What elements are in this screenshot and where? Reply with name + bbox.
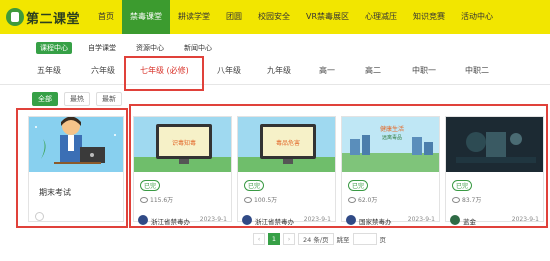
top-navigation-bar: 第二课堂 首页 禁毒课堂 耕读学堂 团圆 校园安全 VR禁毒展区 心理减压 知识…	[0, 0, 550, 34]
prev-page-button[interactable]: ‹	[253, 233, 265, 245]
nav-item-campus-safety[interactable]: 校园安全	[250, 0, 298, 34]
grade-highlight-box	[124, 56, 204, 91]
main-nav: 首页 禁毒课堂 耕读学堂 团圆 校园安全 VR禁毒展区 心理减压 知识竞赛 活动…	[90, 0, 501, 34]
pagination: ‹ 1 › 24 条/页 跳至 页	[253, 233, 386, 245]
jump-label: 跳至	[336, 236, 350, 244]
grade-tab-9[interactable]: 九年级	[267, 65, 291, 76]
grade-tab-senior1[interactable]: 高一	[319, 65, 335, 76]
filter-hot[interactable]: 最热	[64, 92, 90, 106]
grade-tab-senior2[interactable]: 高二	[365, 65, 381, 76]
jump-page-input[interactable]	[352, 233, 377, 245]
subtab-course-center[interactable]: 课程中心	[36, 42, 72, 54]
filter-all[interactable]: 全部	[32, 92, 58, 106]
page-size-select[interactable]: 24 条/页	[298, 233, 334, 245]
nav-item-quiz[interactable]: 知识竞赛	[405, 0, 453, 34]
logo-icon	[6, 8, 24, 26]
sort-filters: 全部 最热 最新	[32, 92, 122, 106]
nav-item-home[interactable]: 首页	[90, 0, 122, 34]
nav-item-psych-relief[interactable]: 心理减压	[357, 0, 405, 34]
nav-item-vr-exhibit[interactable]: VR禁毒展区	[298, 0, 357, 34]
grade-tab-5[interactable]: 五年级	[37, 65, 61, 76]
page-number[interactable]: 1	[268, 233, 280, 245]
course-list-highlight-box	[129, 104, 548, 228]
subtab-resource-center[interactable]: 资源中心	[132, 42, 168, 54]
logo-text: 第二课堂	[26, 11, 81, 27]
nav-item-activity-center[interactable]: 活动中心	[453, 0, 501, 34]
grade-tab-vocational1[interactable]: 中职一	[412, 65, 436, 76]
exam-highlight-box	[16, 108, 128, 228]
sub-tabs: 课程中心 自学课堂 资源中心 新闻中心	[36, 42, 216, 54]
subtab-news-center[interactable]: 新闻中心	[180, 42, 216, 54]
subtab-self-study[interactable]: 自学课堂	[84, 42, 120, 54]
grade-tabs: 五年级 六年级 七年级 (必修) 八年级 九年级 高一 高二 中职一 中职二	[0, 58, 550, 85]
nav-item-reunion[interactable]: 团圆	[218, 0, 250, 34]
grade-tab-8[interactable]: 八年级	[217, 65, 241, 76]
grade-tab-vocational2[interactable]: 中职二	[465, 65, 489, 76]
site-logo[interactable]: 第二课堂	[6, 7, 80, 27]
filter-newest[interactable]: 最新	[96, 92, 122, 106]
nav-item-reading-hall[interactable]: 耕读学堂	[170, 0, 218, 34]
nav-item-antidrug-class[interactable]: 禁毒课堂	[122, 0, 170, 34]
next-page-button[interactable]: ›	[283, 233, 295, 245]
grade-tab-6[interactable]: 六年级	[91, 65, 115, 76]
page-suffix: 页	[379, 236, 387, 244]
